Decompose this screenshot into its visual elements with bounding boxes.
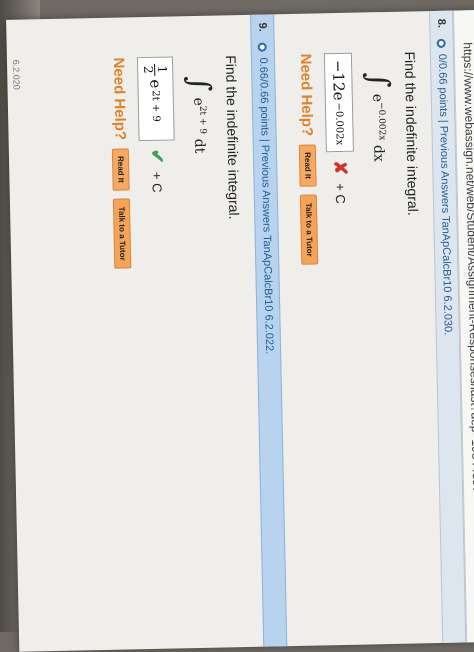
need-help-label: Need Help?	[296, 53, 316, 137]
integrand: e2t + 9 dt	[190, 97, 208, 154]
help-row: Need Help? Read It Talk to a Tutor	[110, 57, 139, 635]
question-8-body: Find the indefinite integral. ∫ e−0.002x…	[286, 11, 442, 646]
answer-input[interactable]: −12e −0.002x	[323, 52, 354, 153]
status-circle-icon	[258, 42, 268, 52]
question-9-body: Find the indefinite integral. ∫ e2t + 9 …	[99, 15, 263, 650]
integral-sign-icon: ∫	[181, 75, 217, 92]
help-row: Need Help? Read It Talk to a Tutor	[297, 53, 326, 631]
plus-c-label: + C	[333, 183, 349, 205]
need-help-label: Need Help?	[109, 57, 129, 141]
x-mark-icon: ✘	[330, 159, 351, 176]
read-it-button[interactable]: Read It	[111, 147, 130, 191]
check-mark-icon: ✔	[147, 148, 168, 165]
read-it-button[interactable]: Read It	[298, 143, 317, 188]
status-circle-icon	[437, 38, 447, 48]
talk-to-tutor-button[interactable]: Talk to a Tutor	[112, 198, 132, 269]
answer-row: 1 2 e 2t + 9 ✔ + C	[136, 56, 185, 635]
question-prompt: Find the indefinite integral.	[222, 55, 243, 220]
answer-row: −12e −0.002x ✘ + C	[323, 52, 364, 631]
next-question-label: 6.2.020	[10, 59, 22, 90]
url-text: https://www.webassign.net/web/Student/As…	[460, 42, 474, 493]
question-meta: 0.66/0.66 points | Previous Answers TanA…	[256, 57, 276, 355]
plus-c-label: + C	[149, 171, 166, 193]
question-number: 8.	[435, 18, 448, 29]
integrand: e−0.002x dx	[369, 93, 388, 162]
browser-page: https://www.webassign.net/web/Student/As…	[6, 10, 474, 652]
fraction: 1 2	[141, 63, 170, 76]
question-meta: 0/0.66 points | Previous Answers TanApCa…	[435, 53, 454, 336]
integral-expression: ∫ e−0.002x dx	[360, 71, 404, 631]
talk-to-tutor-button[interactable]: Talk to a Tutor	[299, 194, 319, 265]
integral-expression: ∫ e2t + 9 dt	[181, 75, 225, 635]
question-number: 9.	[256, 22, 269, 32]
question-prompt: Find the indefinite integral.	[401, 51, 422, 216]
integral-sign-icon: ∫	[360, 71, 396, 89]
answer-input[interactable]: 1 2 e 2t + 9	[136, 56, 175, 142]
